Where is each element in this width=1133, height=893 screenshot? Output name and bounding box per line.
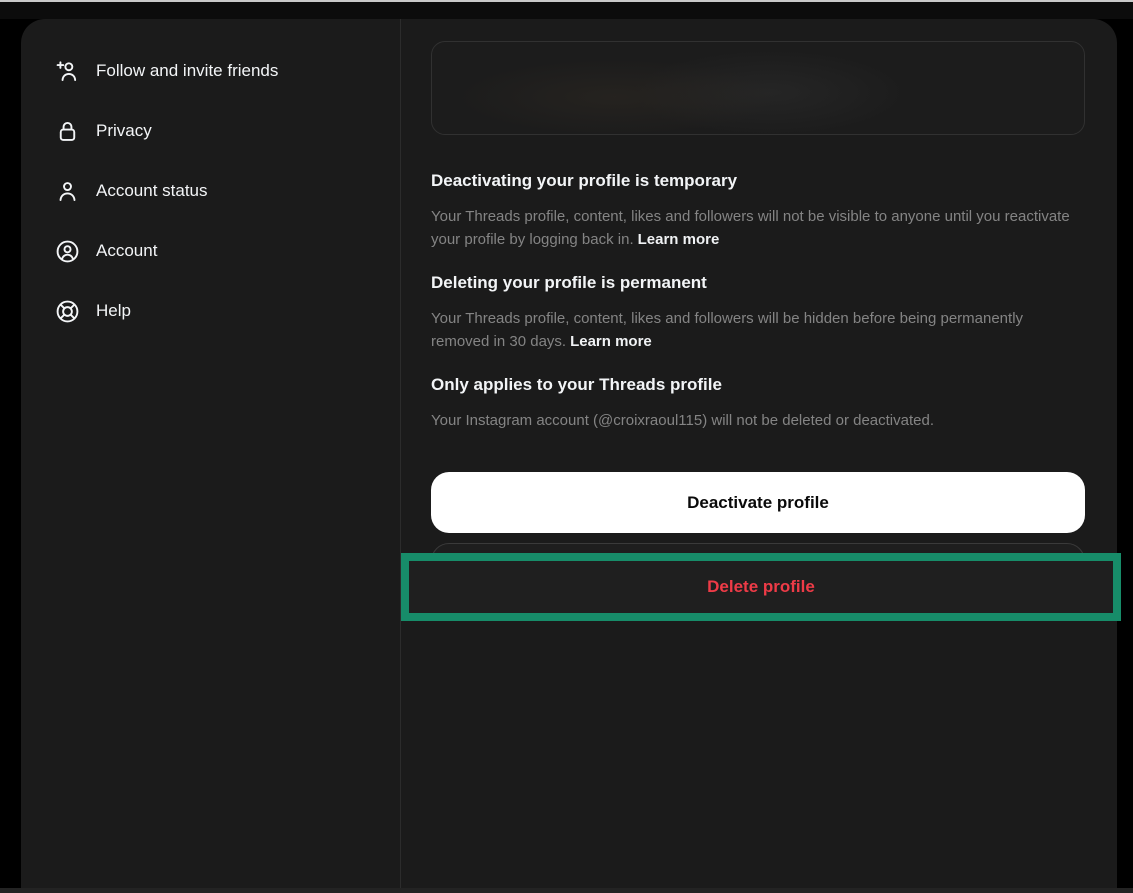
sidebar-item-label: Account status (96, 181, 208, 201)
deactivate-profile-label: Deactivate profile (687, 493, 829, 513)
section-body-deactivate: Your Threads profile, content, likes and… (431, 205, 1085, 251)
user-plus-icon (54, 58, 81, 85)
life-ring-icon (54, 298, 81, 325)
redacted-profile-card (431, 41, 1085, 135)
sidebar-item-account[interactable]: Account (21, 221, 400, 281)
sidebar-item-privacy[interactable]: Privacy (21, 101, 400, 161)
section-heading-deactivate: Deactivating your profile is temporary (431, 171, 1085, 191)
sidebar-item-label: Account (96, 241, 157, 261)
learn-more-link[interactable]: Learn more (638, 231, 720, 248)
user-circle-icon (54, 238, 81, 265)
sidebar-nav: Follow and invite friends Privacy (21, 41, 400, 341)
settings-sidebar: Follow and invite friends Privacy (21, 19, 400, 893)
settings-window: Follow and invite friends Privacy (21, 19, 1117, 893)
top-black-strip (0, 2, 1133, 19)
sidebar-item-help[interactable]: Help (21, 281, 400, 341)
sidebar-item-label: Help (96, 301, 131, 321)
sidebar-divider (400, 19, 401, 893)
section-heading-delete: Deleting your profile is permanent (431, 273, 1085, 293)
section-body-only-applies: Your Instagram account (@croixraoul115) … (431, 409, 1085, 432)
section-body-text: Your Threads profile, content, likes and… (431, 208, 1070, 248)
user-icon (54, 178, 81, 205)
sidebar-item-account-status[interactable]: Account status (21, 161, 400, 221)
lock-icon (54, 118, 81, 145)
deactivate-profile-button[interactable]: Deactivate profile (431, 472, 1085, 533)
annotation-highlight-box: Delete profile (401, 553, 1121, 621)
section-body-delete: Your Threads profile, content, likes and… (431, 307, 1085, 353)
section-body-text: Your Instagram account (@croixraoul115) … (431, 412, 934, 429)
learn-more-link[interactable]: Learn more (570, 333, 652, 350)
sidebar-item-follow-invite[interactable]: Follow and invite friends (21, 41, 400, 101)
section-body-text: Your Threads profile, content, likes and… (431, 310, 1023, 350)
sidebar-item-label: Follow and invite friends (96, 61, 278, 81)
threads-settings-page: Follow and invite friends Privacy (0, 0, 1133, 893)
sidebar-item-label: Privacy (96, 121, 152, 141)
bottom-edge-strip (0, 888, 1133, 893)
section-heading-only-applies: Only applies to your Threads profile (431, 375, 1085, 395)
delete-profile-button[interactable]: Delete profile (707, 577, 815, 597)
